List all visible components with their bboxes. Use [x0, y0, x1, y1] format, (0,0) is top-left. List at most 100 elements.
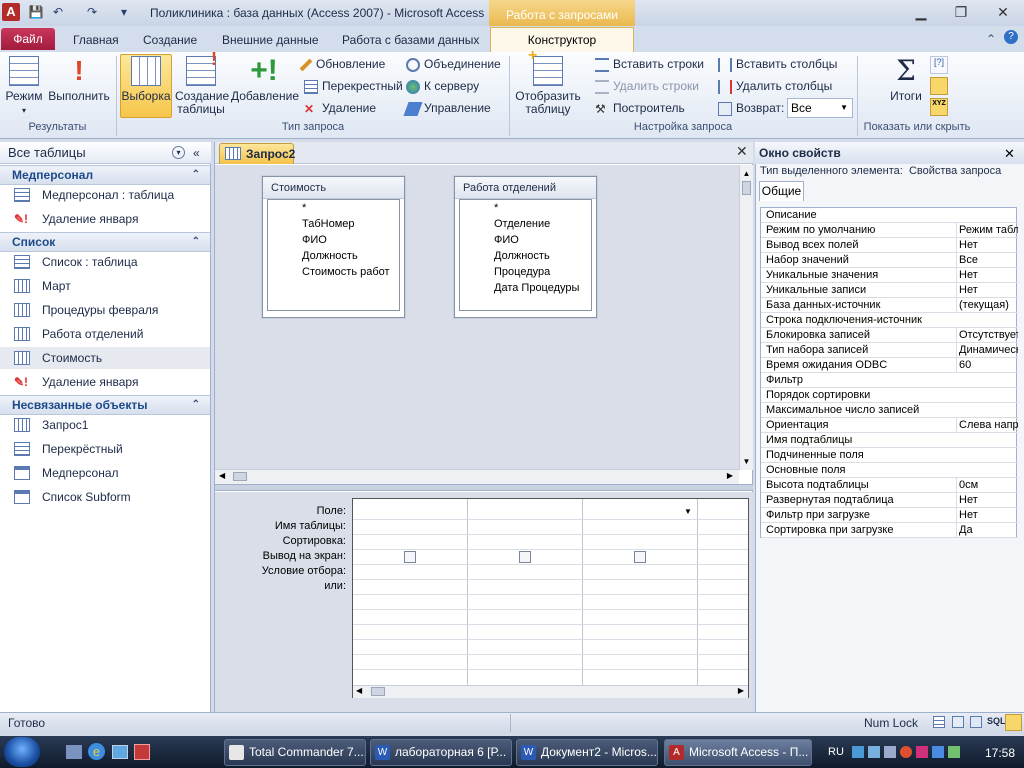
- show-checkbox-3[interactable]: [634, 551, 646, 563]
- property-row[interactable]: Блокировка записей Отсутствует: [761, 328, 1018, 343]
- nav-item-medpersonal-table[interactable]: Медперсонал : таблица: [0, 184, 210, 206]
- delete-rows-button[interactable]: Удалить строки: [595, 77, 699, 95]
- collapse-group-icon[interactable]: ⌃: [192, 166, 200, 184]
- opera-icon[interactable]: [900, 746, 912, 758]
- collapse-ribbon-icon[interactable]: ⌃: [986, 32, 996, 46]
- nav-item-procedury-fevralya[interactable]: Процедуры февраля: [0, 299, 210, 321]
- builder-button[interactable]: ⚒ Построитель: [595, 99, 685, 117]
- nav-item-rabota-otdeleniy[interactable]: Работа отделений: [0, 323, 210, 345]
- minimize-icon[interactable]: ▁: [906, 2, 936, 22]
- nav-collapse-icon[interactable]: «: [193, 142, 200, 164]
- property-value[interactable]: Режим табл: [956, 223, 1018, 237]
- pivot-chart-view-icon[interactable]: [970, 716, 982, 728]
- table-names-icon[interactable]: XYZ: [930, 98, 948, 116]
- scroll-up-icon[interactable]: ▲: [740, 169, 753, 178]
- show-table-button[interactable]: + Отобразить таблицу: [513, 48, 583, 116]
- tray-icon[interactable]: [932, 746, 944, 758]
- property-sheet-icon[interactable]: [930, 77, 948, 95]
- tab-external-data[interactable]: Внешние данные: [222, 33, 319, 47]
- field-item[interactable]: Отделение: [460, 216, 591, 232]
- design-view-icon[interactable]: [1005, 714, 1022, 731]
- property-row[interactable]: Фильтр: [761, 373, 1018, 388]
- query-design-grid[interactable]: ▼: [352, 498, 749, 698]
- tab-constructor[interactable]: Конструктор: [490, 27, 634, 53]
- close-document-icon[interactable]: ✕: [736, 143, 748, 160]
- append-button[interactable]: +! Добавление: [231, 56, 299, 103]
- nav-item-zapros1[interactable]: Запрос1: [0, 414, 210, 436]
- start-button[interactable]: [4, 737, 40, 767]
- property-value[interactable]: (текущая): [956, 298, 1018, 312]
- nav-item-stoimost[interactable]: Стоимость: [0, 347, 210, 369]
- show-checkbox-2[interactable]: [519, 551, 531, 563]
- taskbar-word-doc2[interactable]: W Документ2 - Micros...: [516, 739, 658, 766]
- property-value[interactable]: Нет: [956, 283, 1018, 297]
- field-item[interactable]: ФИО: [460, 232, 591, 248]
- tab-general[interactable]: Общие: [759, 181, 804, 201]
- property-row[interactable]: Тип набора записей Динамический: [761, 343, 1018, 358]
- nav-item-spisok-table[interactable]: Список : таблица: [0, 251, 210, 273]
- vertical-scrollbar[interactable]: ▲ ▼: [739, 165, 753, 470]
- run-button[interactable]: ! Выполнить: [47, 56, 111, 103]
- restore-icon[interactable]: ❐: [946, 2, 976, 22]
- access-app-icon[interactable]: A: [2, 3, 20, 21]
- nav-item-perekrestny[interactable]: Перекрёстный: [0, 438, 210, 460]
- property-row[interactable]: Сортировка при загрузке Да: [761, 523, 1018, 538]
- nav-item-medpersonal-form[interactable]: Медперсонал: [0, 462, 210, 484]
- field-dropdown-icon[interactable]: ▼: [684, 507, 692, 516]
- table-box-stoimost[interactable]: Стоимость * ТабНомер ФИО Должность Стоим…: [262, 176, 405, 318]
- table-box-rabota-otdeleniy[interactable]: Работа отделений * Отделение ФИО Должнос…: [454, 176, 597, 318]
- media-icon[interactable]: [134, 744, 150, 760]
- scroll-down-icon[interactable]: ▼: [740, 457, 753, 466]
- datasheet-view-icon[interactable]: [933, 716, 945, 728]
- property-row[interactable]: Режим по умолчанию Режим табл: [761, 223, 1018, 238]
- nav-item-delete-january-2[interactable]: ✎! Удаление января: [0, 371, 210, 393]
- property-row[interactable]: Основные поля: [761, 463, 1018, 478]
- property-value[interactable]: Нет: [956, 508, 1018, 522]
- nav-group-medpersonal[interactable]: Медперсонал ⌃: [0, 165, 210, 185]
- taskbar-total-commander[interactable]: Total Commander 7....: [224, 739, 366, 766]
- field-item[interactable]: Должность: [268, 248, 399, 264]
- crosstab-button[interactable]: Перекрестный: [304, 77, 403, 95]
- scroll-right-icon[interactable]: ▶: [738, 686, 744, 695]
- property-row[interactable]: Время ожидания ODBC 60: [761, 358, 1018, 373]
- insert-columns-button[interactable]: Вставить столбцы: [718, 55, 837, 73]
- property-row[interactable]: Уникальные значения Нет: [761, 268, 1018, 283]
- property-row[interactable]: Описание: [761, 208, 1018, 223]
- property-row[interactable]: Высота подтаблицы 0см: [761, 478, 1018, 493]
- tray-icon[interactable]: [948, 746, 960, 758]
- scroll-thumb[interactable]: [371, 687, 385, 696]
- field-item[interactable]: Стоимость работ: [268, 264, 399, 280]
- field-item[interactable]: *: [268, 200, 399, 216]
- collapse-group-icon[interactable]: ⌃: [192, 233, 200, 251]
- property-row[interactable]: Набор значений Все: [761, 253, 1018, 268]
- pane-splitter[interactable]: [215, 484, 753, 491]
- property-row[interactable]: Развернутая подтаблица Нет: [761, 493, 1018, 508]
- help-icon[interactable]: ?: [1004, 30, 1018, 44]
- clock[interactable]: 17:58: [985, 746, 1015, 760]
- nav-group-unrelated[interactable]: Несвязанные объекты ⌃: [0, 395, 210, 415]
- tab-file[interactable]: Файл: [1, 28, 55, 50]
- field-item[interactable]: Должность: [460, 248, 591, 264]
- property-row[interactable]: Максимальное число записей: [761, 403, 1018, 418]
- return-select[interactable]: Все ▼: [787, 98, 853, 118]
- property-value[interactable]: 0см: [956, 478, 1018, 492]
- taskbar-word-lab6[interactable]: Wлабораторная 6 [Р...: [370, 739, 512, 766]
- pivot-table-view-icon[interactable]: [952, 716, 964, 728]
- update-query-button[interactable]: Обновление: [299, 55, 385, 73]
- manage-button[interactable]: Управление: [403, 99, 491, 117]
- nav-item-delete-january-1[interactable]: ✎! Удаление января: [0, 208, 210, 230]
- property-row[interactable]: Уникальные записи Нет: [761, 283, 1018, 298]
- property-row[interactable]: Подчиненные поля: [761, 448, 1018, 463]
- collapse-group-icon[interactable]: ⌃: [192, 396, 200, 414]
- field-item[interactable]: *: [460, 200, 591, 216]
- tab-database-tools[interactable]: Работа с базами данных: [342, 33, 479, 47]
- close-icon[interactable]: ✕: [988, 2, 1018, 22]
- property-row[interactable]: Имя подтаблицы: [761, 433, 1018, 448]
- scroll-left-icon[interactable]: ◀: [219, 471, 225, 480]
- property-value[interactable]: 60: [956, 358, 1018, 372]
- tray-icon[interactable]: [868, 746, 880, 758]
- tray-icon[interactable]: [852, 746, 864, 758]
- nav-item-spisok-subform[interactable]: Список Subform: [0, 486, 210, 508]
- delete-columns-button[interactable]: Удалить столбцы: [718, 77, 832, 95]
- language-indicator[interactable]: RU: [828, 746, 844, 758]
